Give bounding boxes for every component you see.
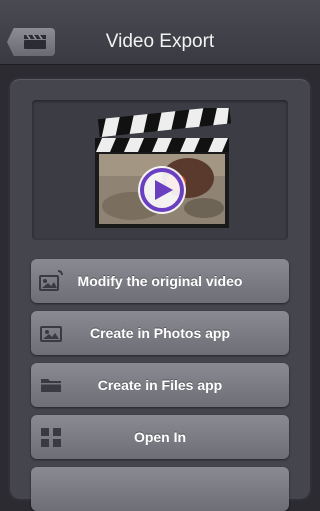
navigation-bar: Video Export [0,0,320,65]
page-title: Video Export [105,31,215,52]
open-in-label: Open In [133,429,187,445]
modify-original-label: Modify the original video [77,273,243,289]
open-in-button[interactable]: Open In [31,415,289,459]
more-actions-button[interactable] [31,467,289,511]
create-in-files-label: Create in Files app [97,377,223,393]
create-in-files-button[interactable]: Create in Files app [31,363,289,407]
video-preview [32,100,288,240]
modify-original-button[interactable]: Modify the original video [31,259,289,303]
create-in-photos-button[interactable]: Create in Photos app [31,311,289,355]
clapperboard-play-icon[interactable] [92,108,232,230]
create-in-photos-label: Create in Photos app [89,325,231,341]
